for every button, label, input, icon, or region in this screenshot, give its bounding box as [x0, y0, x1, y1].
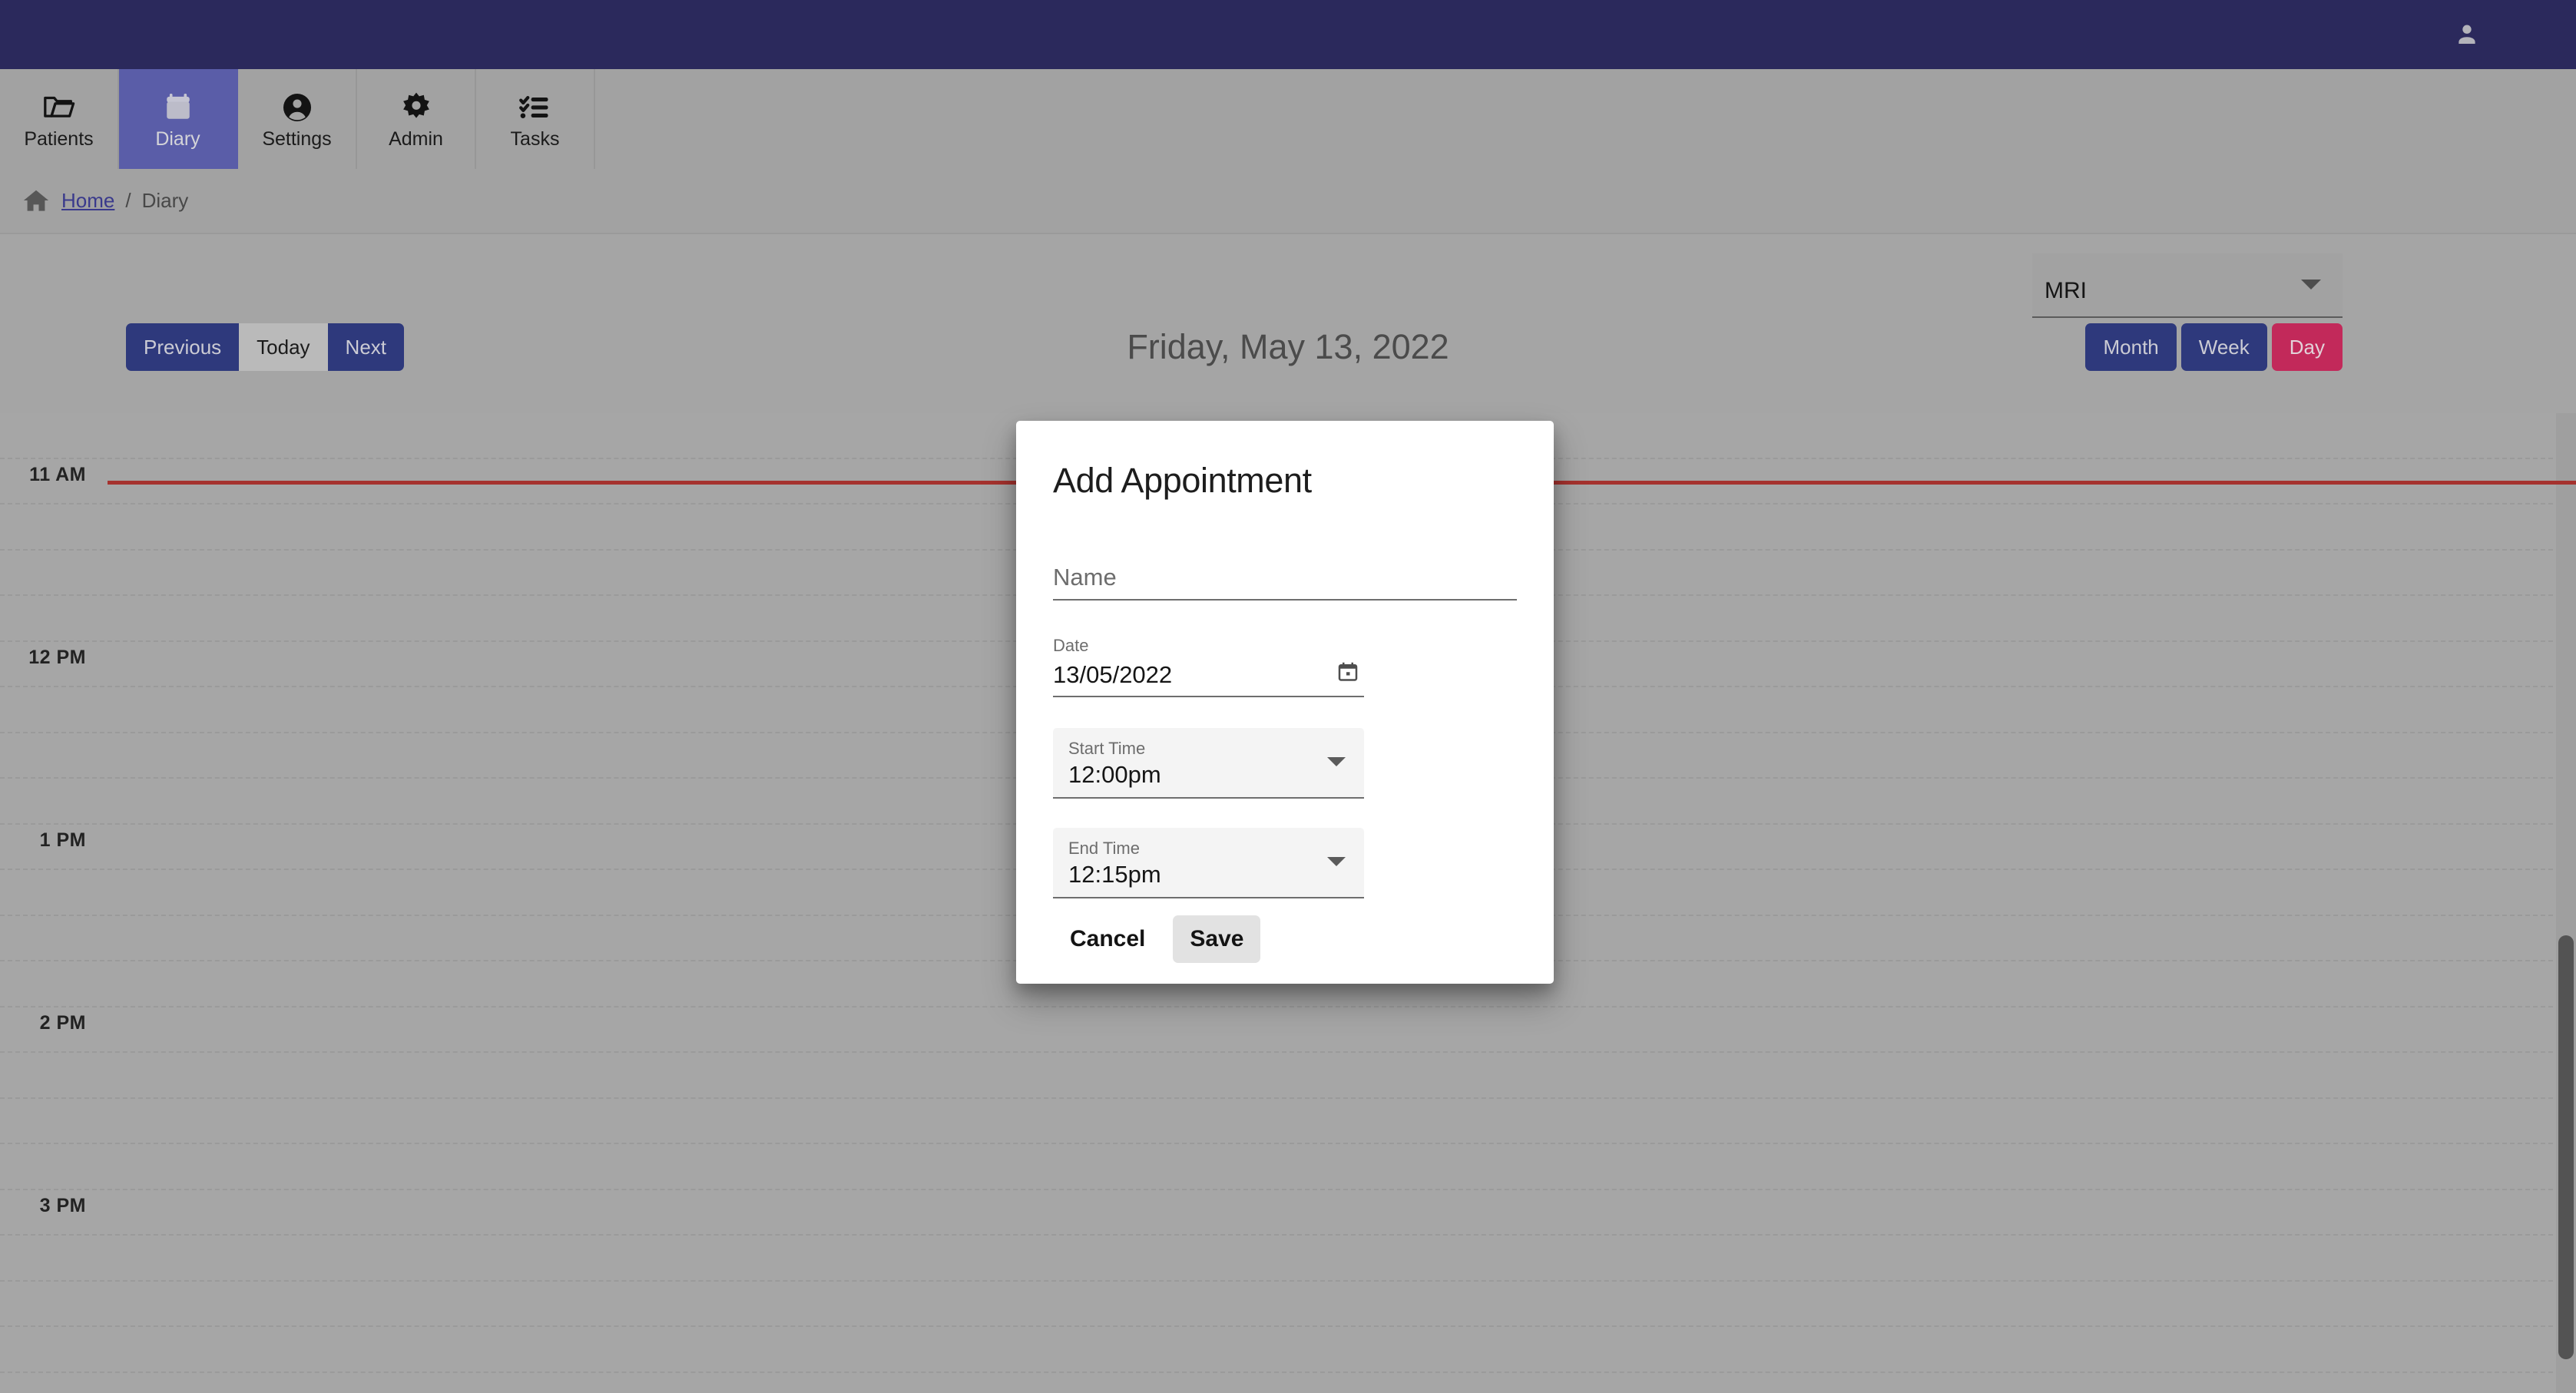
name-field-placeholder: Name: [1053, 564, 1117, 591]
date-field[interactable]: Date 13/05/2022: [1053, 636, 1364, 697]
dialog-title: Add Appointment: [1053, 461, 1312, 500]
dialog-actions: Cancel Save: [1053, 915, 1261, 963]
end-time-label: End Time: [1068, 839, 1140, 858]
cancel-button[interactable]: Cancel: [1053, 915, 1162, 963]
start-time-label: Start Time: [1068, 739, 1146, 758]
end-time-select[interactable]: End Time 12:15pm: [1053, 828, 1364, 898]
date-field-value: 13/05/2022: [1053, 661, 1173, 688]
chevron-down-icon: [1327, 757, 1346, 766]
start-time-value: 12:00pm: [1068, 761, 1161, 788]
end-time-value: 12:15pm: [1068, 861, 1161, 888]
calendar-picker-icon[interactable]: [1336, 660, 1359, 687]
chevron-down-icon: [1327, 857, 1346, 866]
add-appointment-dialog: Add Appointment Name Date 13/05/2022 Sta…: [1016, 421, 1554, 984]
date-field-label: Date: [1053, 636, 1089, 655]
name-field[interactable]: Name: [1053, 553, 1517, 601]
save-button[interactable]: Save: [1173, 915, 1261, 963]
app-root: Patients Diary Settings Admin Tasks Home…: [0, 0, 2576, 1393]
start-time-select[interactable]: Start Time 12:00pm: [1053, 728, 1364, 799]
